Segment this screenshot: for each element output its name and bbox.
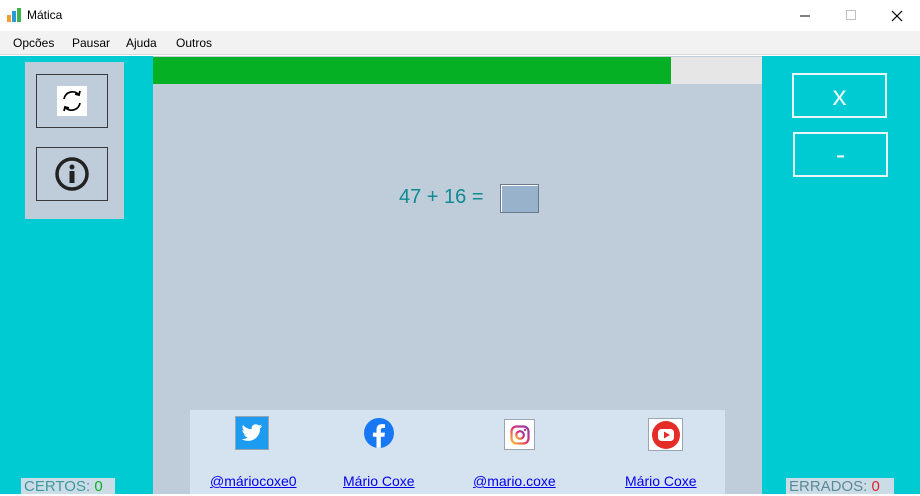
maximize-icon	[845, 10, 856, 20]
menu-ajuda[interactable]: Ajuda	[126, 36, 157, 50]
progress-bar	[153, 57, 762, 84]
refresh-icon	[57, 86, 87, 116]
subtract-button[interactable]: -	[793, 132, 888, 177]
youtube-icon[interactable]	[648, 418, 683, 451]
answer-input[interactable]	[500, 184, 539, 213]
minimize-icon	[799, 15, 810, 17]
social-strip: @máriocoxe0 Mário Coxe @mario.coxe Mário…	[190, 410, 725, 494]
close-icon	[891, 10, 903, 21]
twitter-icon[interactable]	[235, 416, 269, 450]
facebook-icon[interactable]	[362, 416, 396, 450]
menu-opcoes[interactable]: Opcões	[13, 36, 54, 50]
correct-value: 0	[94, 478, 103, 495]
right-panel	[762, 56, 920, 494]
facebook-link[interactable]: Mário Coxe	[343, 473, 415, 489]
correct-counter: CERTOS: 0	[21, 478, 115, 495]
multiply-label: x	[832, 79, 847, 111]
menu-outros[interactable]: Outros	[176, 36, 212, 50]
menu-bar: Opcões Pausar Ajuda Outros	[0, 31, 920, 55]
close-button[interactable]	[874, 0, 920, 31]
maximize-button[interactable]	[828, 0, 874, 31]
minimize-button[interactable]	[782, 0, 828, 31]
wrong-label: ERRADOS:	[789, 478, 868, 495]
twitter-link[interactable]: @máriocoxe0	[210, 473, 297, 489]
restart-button[interactable]	[36, 74, 108, 128]
youtube-link[interactable]: Mário Coxe	[625, 473, 697, 489]
tool-box	[25, 62, 124, 219]
wrong-counter: ERRADOS: 0	[786, 478, 894, 495]
progress-fill	[153, 57, 671, 84]
instagram-link[interactable]: @mario.coxe	[473, 473, 556, 489]
correct-label: CERTOS:	[24, 478, 91, 495]
multiply-button[interactable]: x	[792, 73, 887, 118]
subtract-label: -	[835, 138, 846, 170]
wrong-value: 0	[871, 478, 880, 495]
app-chart-icon	[7, 8, 21, 22]
title-bar: Mática	[0, 0, 920, 31]
equation-text: 47 + 16 =	[399, 186, 484, 208]
instagram-icon[interactable]	[504, 419, 535, 450]
info-icon	[55, 157, 89, 191]
menu-pausar[interactable]: Pausar	[72, 36, 110, 50]
window-title: Mática	[27, 8, 63, 22]
info-button[interactable]	[36, 147, 108, 201]
